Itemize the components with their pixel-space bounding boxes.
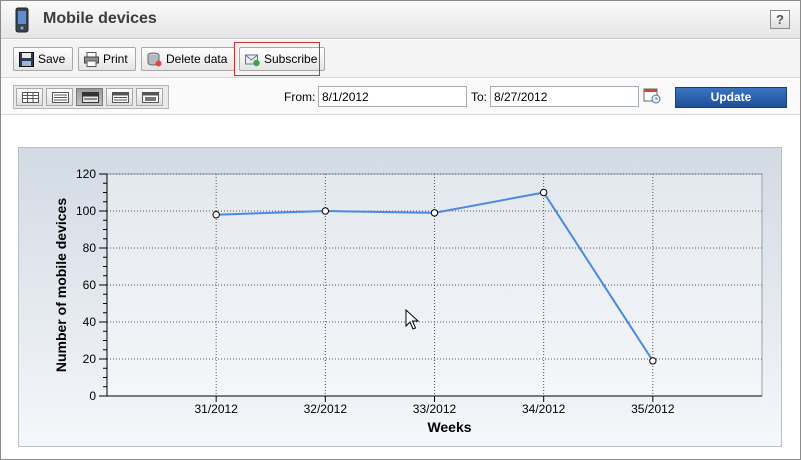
line-chart: 0 20 40 60 80 100 120 31/2012 32/2012 33/2012 34/2… xyxy=(53,167,763,435)
help-button[interactable]: ? xyxy=(770,10,790,29)
x-tick-label: 35/2012 xyxy=(631,402,675,416)
save-button[interactable]: Save xyxy=(13,47,74,71)
x-tick-label: 34/2012 xyxy=(522,402,566,416)
from-label: From: xyxy=(284,90,316,104)
x-tick-label: 31/2012 xyxy=(194,402,238,416)
data-point xyxy=(649,357,657,365)
from-date-input[interactable] xyxy=(318,86,467,107)
mobile-phone-icon xyxy=(15,7,29,33)
title-bar: Mobile devices ? xyxy=(1,1,800,39)
mouse-cursor-icon xyxy=(405,309,419,330)
chart-view-icon xyxy=(142,92,159,103)
subscribe-highlight-frame xyxy=(234,42,320,76)
mobile-devices-window: Mobile devices ? Save Print Delete data … xyxy=(0,0,801,460)
view-chart-button[interactable] xyxy=(136,88,163,106)
database-delete-icon xyxy=(147,52,162,67)
y-axis-title: Number of mobile devices xyxy=(53,198,69,372)
table-view-icon xyxy=(112,92,129,103)
y-tick-label: 0 xyxy=(89,389,96,403)
x-tick-label: 33/2012 xyxy=(413,402,457,416)
view-table-button[interactable] xyxy=(106,88,133,106)
y-tick-label: 80 xyxy=(83,241,97,255)
floppy-disk-icon xyxy=(19,52,34,67)
view-chart-table-button[interactable] xyxy=(76,88,103,106)
y-tick-label: 120 xyxy=(76,167,96,181)
print-button[interactable]: Print xyxy=(78,47,136,71)
y-tick-label: 20 xyxy=(83,352,97,366)
delete-data-label: Delete data xyxy=(166,52,228,66)
chart-table-view-icon xyxy=(82,92,99,103)
data-point xyxy=(539,188,548,197)
update-button[interactable]: Update xyxy=(675,87,787,108)
print-label: Print xyxy=(103,52,128,66)
y-tick-label: 60 xyxy=(83,278,97,292)
list-view-icon xyxy=(52,92,69,103)
toolbar: Save Print Delete data Subscribe xyxy=(1,40,800,78)
data-point xyxy=(212,210,220,219)
chart-panel: 0 20 40 60 80 100 120 31/2012 32/2012 33/2012 34/2… xyxy=(18,147,782,447)
data-point xyxy=(430,209,439,217)
x-axis-title: Weeks xyxy=(427,419,471,435)
view-mode-group xyxy=(13,85,169,109)
printer-icon xyxy=(84,52,99,67)
delete-data-button[interactable]: Delete data xyxy=(141,47,236,71)
save-label: Save xyxy=(38,52,66,66)
to-label: To: xyxy=(471,90,488,104)
grid-view-icon xyxy=(22,92,39,103)
y-tick-label: 40 xyxy=(83,315,97,329)
view-grid-button[interactable] xyxy=(16,88,43,106)
calendar-icon[interactable] xyxy=(643,86,661,104)
page-title: Mobile devices xyxy=(43,10,157,27)
view-list-button[interactable] xyxy=(46,88,73,106)
data-point xyxy=(321,207,330,215)
to-date-input[interactable] xyxy=(490,86,639,107)
y-tick-label: 100 xyxy=(76,204,96,218)
x-tick-label: 32/2012 xyxy=(304,402,348,416)
